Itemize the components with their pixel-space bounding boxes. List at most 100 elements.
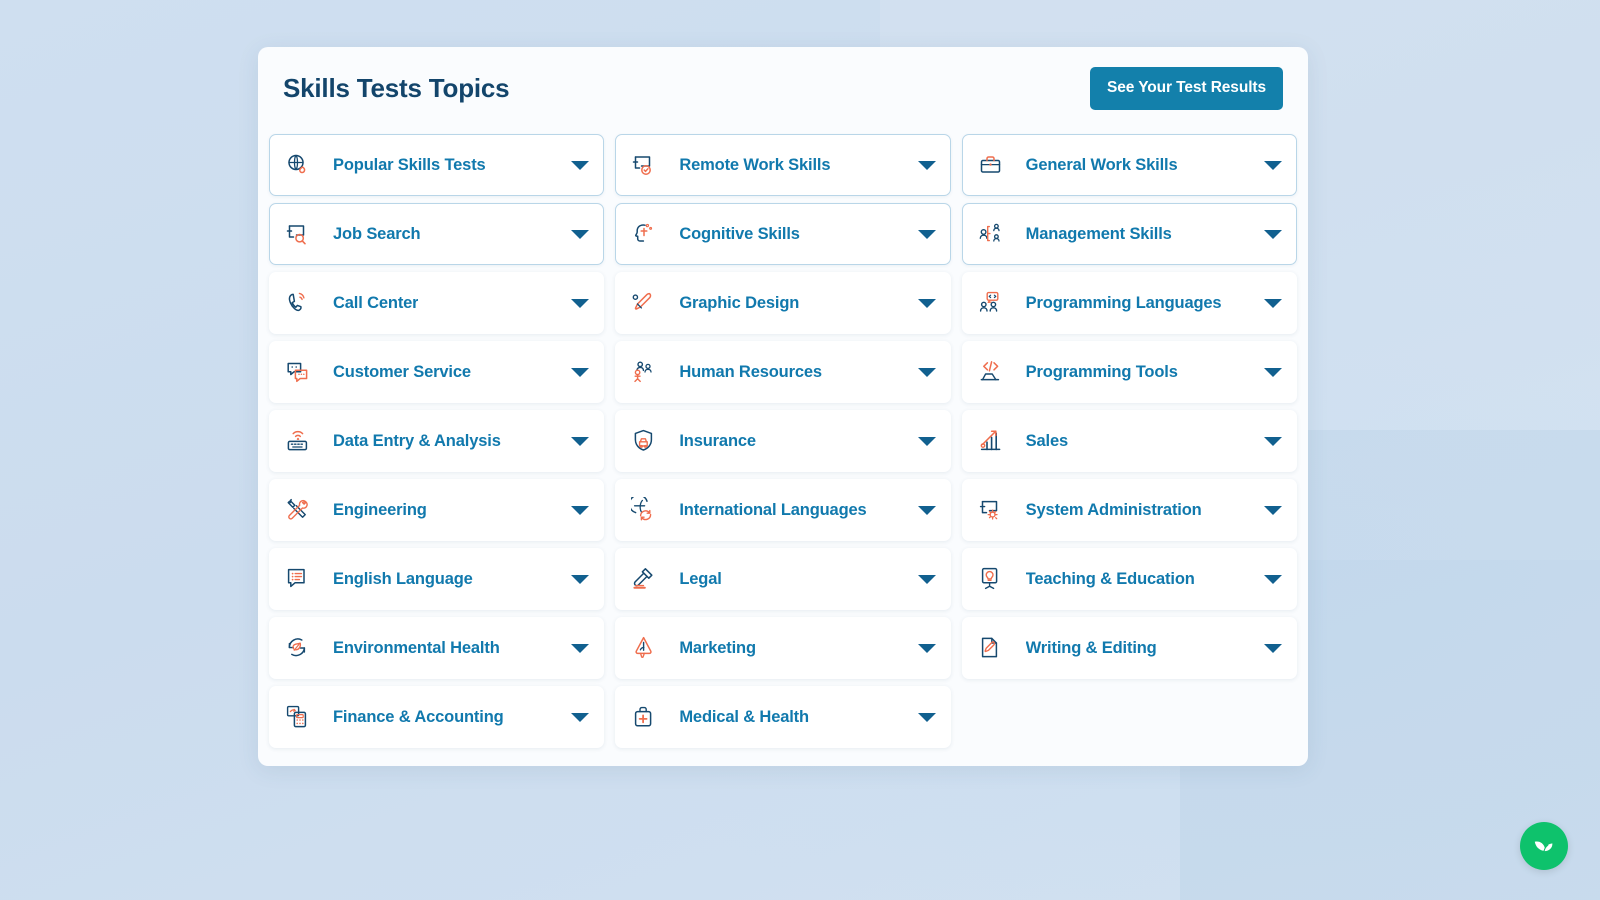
- topic-label: International Languages: [679, 501, 866, 520]
- topic-label: General Work Skills: [1026, 156, 1178, 175]
- topic-label: Call Center: [333, 294, 418, 313]
- chevron-down-icon[interactable]: [918, 437, 936, 446]
- chevron-down-icon[interactable]: [571, 368, 589, 377]
- panel-header: Skills Tests Topics See Your Test Result…: [258, 47, 1308, 116]
- topic-card-legal[interactable]: Legal: [615, 548, 950, 610]
- topic-card-international-languages[interactable]: International Languages: [615, 479, 950, 541]
- chevron-down-icon[interactable]: [571, 506, 589, 515]
- topic-card-english-language[interactable]: English Language: [269, 548, 604, 610]
- chevron-down-icon[interactable]: [571, 575, 589, 584]
- chevron-down-icon[interactable]: [918, 713, 936, 722]
- megaphone-icon: [631, 635, 668, 661]
- topic-card-marketing[interactable]: Marketing: [615, 617, 950, 679]
- chevron-down-icon[interactable]: [918, 506, 936, 515]
- chevron-down-icon[interactable]: [918, 299, 936, 308]
- topic-card-remote-work-skills[interactable]: Remote Work Skills: [615, 134, 950, 196]
- topic-label: Sales: [1026, 432, 1068, 451]
- topic-label: Engineering: [333, 501, 427, 520]
- insurance-car-icon: [631, 428, 668, 454]
- topic-label: English Language: [333, 570, 473, 589]
- topic-label: Finance & Accounting: [333, 708, 504, 727]
- chevron-down-icon[interactable]: [571, 299, 589, 308]
- globe-flame-icon: [285, 152, 322, 178]
- topic-label: Cognitive Skills: [679, 225, 799, 244]
- topic-label: Writing & Editing: [1026, 639, 1157, 658]
- chevron-down-icon[interactable]: [1264, 644, 1282, 653]
- chevron-down-icon[interactable]: [571, 644, 589, 653]
- topic-card-teaching-education[interactable]: Teaching & Education: [962, 548, 1297, 610]
- org-chart-people-icon: [978, 221, 1015, 247]
- topic-card-engineering[interactable]: Engineering: [269, 479, 604, 541]
- people-code-icon: [978, 290, 1015, 316]
- topic-card-programming-languages[interactable]: Programming Languages: [962, 272, 1297, 334]
- topic-label: Graphic Design: [679, 294, 799, 313]
- topic-label: Legal: [679, 570, 721, 589]
- topic-label: System Administration: [1026, 501, 1202, 520]
- topic-card-job-search[interactable]: Job Search: [269, 203, 604, 265]
- chat-support-icon: [285, 359, 322, 385]
- chevron-down-icon[interactable]: [1264, 230, 1282, 239]
- board-idea-icon: [978, 566, 1015, 592]
- medical-kit-icon: [631, 704, 668, 730]
- topic-card-sales[interactable]: Sales: [962, 410, 1297, 472]
- leaf-cycle-icon: [285, 635, 322, 661]
- chevron-down-icon[interactable]: [1264, 161, 1282, 170]
- chevron-down-icon[interactable]: [918, 230, 936, 239]
- chat-widget-button[interactable]: [1520, 822, 1568, 870]
- chevron-down-icon[interactable]: [1264, 368, 1282, 377]
- topic-card-management-skills[interactable]: Management Skills: [962, 203, 1297, 265]
- code-tools-icon: [978, 359, 1015, 385]
- chevron-down-icon[interactable]: [1264, 437, 1282, 446]
- topics-grid: Popular Skills Tests Remote Work Skills Ge…: [258, 116, 1308, 748]
- leaf-chat-icon: [1531, 831, 1557, 862]
- chevron-down-icon[interactable]: [571, 230, 589, 239]
- topic-card-writing-editing[interactable]: Writing & Editing: [962, 617, 1297, 679]
- topic-card-call-center[interactable]: Call Center: [269, 272, 604, 334]
- chevron-down-icon[interactable]: [918, 368, 936, 377]
- topic-card-customer-service[interactable]: Customer Service: [269, 341, 604, 403]
- topic-card-popular-skills-tests[interactable]: Popular Skills Tests: [269, 134, 604, 196]
- chevron-down-icon[interactable]: [571, 437, 589, 446]
- topic-label: Management Skills: [1026, 225, 1172, 244]
- see-test-results-button[interactable]: See Your Test Results: [1090, 67, 1283, 110]
- chevron-down-icon[interactable]: [1264, 506, 1282, 515]
- topic-card-human-resources[interactable]: Human Resources: [615, 341, 950, 403]
- wrench-screwdriver-icon: [285, 497, 322, 523]
- head-brain-icon: [631, 221, 668, 247]
- topic-label: Data Entry & Analysis: [333, 432, 501, 451]
- topic-label: Insurance: [679, 432, 756, 451]
- topic-card-environmental-health[interactable]: Environmental Health: [269, 617, 604, 679]
- topic-label: Programming Tools: [1026, 363, 1178, 382]
- topic-card-finance-accounting[interactable]: Finance & Accounting: [269, 686, 604, 748]
- topic-card-general-work-skills[interactable]: General Work Skills: [962, 134, 1297, 196]
- bar-chart-arrow-icon: [978, 428, 1015, 454]
- topic-label: Environmental Health: [333, 639, 500, 658]
- chevron-down-icon[interactable]: [918, 575, 936, 584]
- chevron-down-icon[interactable]: [1264, 575, 1282, 584]
- pen-design-icon: [631, 290, 668, 316]
- chevron-down-icon[interactable]: [571, 713, 589, 722]
- monitor-search-icon: [285, 221, 322, 247]
- monitor-check-icon: [631, 152, 668, 178]
- topic-label: Popular Skills Tests: [333, 156, 486, 175]
- chevron-down-icon[interactable]: [918, 161, 936, 170]
- chat-list-icon: [285, 566, 322, 592]
- topic-label: Teaching & Education: [1026, 570, 1195, 589]
- chevron-down-icon[interactable]: [571, 161, 589, 170]
- calculator-icon: [285, 704, 322, 730]
- keyboard-wifi-icon: [285, 428, 322, 454]
- topic-label: Marketing: [679, 639, 756, 658]
- topic-card-medical-health[interactable]: Medical & Health: [615, 686, 950, 748]
- chevron-down-icon[interactable]: [1264, 299, 1282, 308]
- topic-label: Programming Languages: [1026, 294, 1222, 313]
- topic-card-graphic-design[interactable]: Graphic Design: [615, 272, 950, 334]
- topic-label: Job Search: [333, 225, 420, 244]
- topic-card-cognitive-skills[interactable]: Cognitive Skills: [615, 203, 950, 265]
- topic-card-insurance[interactable]: Insurance: [615, 410, 950, 472]
- chevron-down-icon[interactable]: [918, 644, 936, 653]
- phone-signal-icon: [285, 290, 322, 316]
- topic-card-system-administration[interactable]: System Administration: [962, 479, 1297, 541]
- topic-label: Customer Service: [333, 363, 471, 382]
- topic-card-programming-tools[interactable]: Programming Tools: [962, 341, 1297, 403]
- topic-card-data-entry-analysis[interactable]: Data Entry & Analysis: [269, 410, 604, 472]
